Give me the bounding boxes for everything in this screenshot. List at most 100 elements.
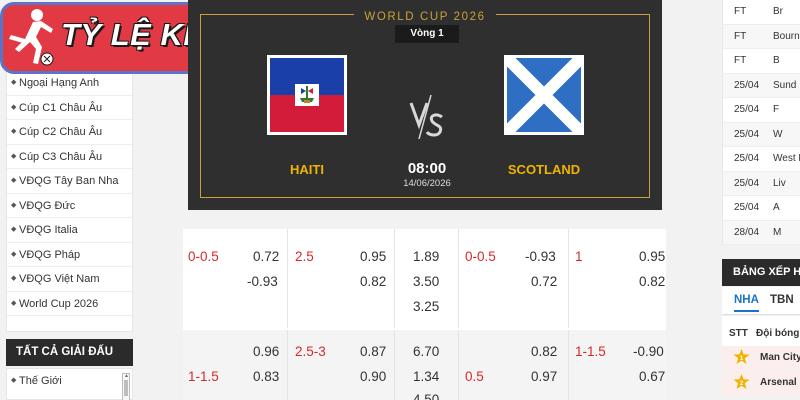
bullet-icon: ◆ xyxy=(11,201,17,209)
league-item-cup-c1[interactable]: ◆ Cúp C1 Châu Âu xyxy=(7,96,132,120)
fixture-team: F xyxy=(773,104,780,115)
h1-home-odd[interactable]: 0.82 xyxy=(531,344,557,359)
fixture-row[interactable]: FT Bourne xyxy=(723,24,800,49)
away-win-odd[interactable]: 4.50 xyxy=(413,392,439,400)
bullet-icon: ◆ xyxy=(11,226,17,233)
h1-away-odd[interactable]: 0.72 xyxy=(531,274,557,289)
h1-away-odd[interactable]: 0.97 xyxy=(531,369,557,384)
scrollbar-thumb[interactable] xyxy=(124,380,128,396)
fixture-row[interactable]: 25/04 West Ha xyxy=(723,147,800,172)
h1-handicap-line: 0.5 xyxy=(465,369,484,384)
ou-under-odd[interactable]: 0.82 xyxy=(360,274,386,289)
away-win-odd[interactable]: 3.25 xyxy=(413,299,439,314)
league-label: Cúp C1 Châu Âu xyxy=(19,101,103,114)
home-win-odd[interactable]: 1.89 xyxy=(413,249,439,264)
1x2-cell[interactable]: 6.70 1.34 4.50 xyxy=(395,330,459,400)
gold-medal-icon: 1 xyxy=(733,349,750,364)
league-label: VĐQG Tây Ban Nha xyxy=(19,175,119,187)
league-label: Cúp C2 Châu Âu xyxy=(19,126,103,138)
first-half-ou-cell[interactable]: 1-1.5 -0.90 0.67 xyxy=(569,330,666,400)
handicap-cell[interactable]: 0-0.5 0.72 -0.93 xyxy=(183,229,288,328)
h1-ou-under-odd[interactable]: 0.67 xyxy=(639,369,665,384)
fixture-team: Liv xyxy=(773,177,786,189)
home-win-odd[interactable]: 6.70 xyxy=(413,344,439,359)
fixture-team: West Ha xyxy=(773,153,800,164)
ou-under-odd[interactable]: 0.90 xyxy=(360,369,386,384)
fixture-row[interactable]: 25/04 Liv xyxy=(723,171,800,196)
league-item-cup-c2[interactable]: ◆ Cúp C2 Châu Âu xyxy=(7,120,132,145)
column-rank: STT xyxy=(729,328,748,339)
fixture-row[interactable]: 25/04 A xyxy=(723,196,800,221)
h1-ou-over-odd[interactable]: 0.95 xyxy=(639,249,665,264)
fixture-date: 25/04 xyxy=(734,128,760,140)
tab-nha[interactable]: NHA xyxy=(734,294,759,312)
bullet-icon: ◆ xyxy=(11,79,17,86)
league-item-ligue-1[interactable]: ◆ VĐQG Pháp xyxy=(7,243,132,267)
round-badge: Vòng 1 xyxy=(395,25,459,43)
league-item-the-gioi[interactable]: ◆ Thế Giới xyxy=(7,369,132,394)
all-leagues-list: ◆ Thế Giới ▲ xyxy=(6,368,133,400)
fixture-row[interactable]: 25/04 Sund xyxy=(723,73,800,98)
first-half-ou-cell[interactable]: 1 0.95 0.82 xyxy=(569,229,666,328)
standings-row[interactable]: 2 Arsenal xyxy=(722,371,800,395)
standings-row[interactable]: 1 Man City xyxy=(722,346,800,370)
league-item-bundesliga[interactable]: ◆ VĐQG Đức xyxy=(7,194,132,218)
fixtures-list: FT Br FT Bourne FT B 25/04 Sund 25/04 F 25/04… xyxy=(722,0,800,245)
first-half-handicap-cell[interactable]: 0.5 0.82 0.97 xyxy=(459,330,569,400)
handicap-away-odd[interactable]: -0.93 xyxy=(247,274,278,289)
fixture-date: 28/04 xyxy=(734,226,760,238)
scotland-flag-icon xyxy=(507,58,581,132)
fixture-row[interactable]: 25/04 F xyxy=(723,98,800,123)
silver-medal-icon: 2 xyxy=(733,374,750,389)
bullet-icon: ◆ xyxy=(11,275,17,282)
handicap-line: 1-1.5 xyxy=(188,369,219,384)
first-half-handicap-cell[interactable]: 0-0.5 -0.93 0.72 xyxy=(459,229,569,328)
fixture-row[interactable]: FT Br xyxy=(723,0,800,25)
h1-home-odd[interactable]: -0.93 xyxy=(525,249,556,264)
league-item-v-league[interactable]: ◆ VĐQG Việt Nam xyxy=(7,267,132,292)
fixture-row[interactable]: FT B xyxy=(723,49,800,74)
handicap-away-odd[interactable]: 0.83 xyxy=(253,369,279,384)
fixture-date: 25/04 xyxy=(734,79,760,91)
versus-icon xyxy=(409,95,443,139)
tab-tbn[interactable]: TBN xyxy=(770,294,794,306)
fixture-date: FT xyxy=(734,55,747,66)
fixture-team: W xyxy=(773,128,783,140)
scroll-up-icon[interactable]: ▲ xyxy=(124,373,129,379)
league-item-world-cup[interactable]: ◆ World Cup 2026 xyxy=(7,292,132,316)
handicap-home-odd[interactable]: 0.96 xyxy=(253,344,279,359)
over-under-cell[interactable]: 2.5-3 0.87 0.90 xyxy=(288,330,395,400)
away-team-name[interactable]: SCOTLAND xyxy=(484,162,604,177)
h1-ou-line: 1-1.5 xyxy=(575,344,606,359)
ou-over-odd[interactable]: 0.95 xyxy=(360,249,386,264)
fixture-row[interactable]: 28/04 M xyxy=(723,220,800,245)
handicap-home-odd[interactable]: 0.72 xyxy=(253,249,279,264)
league-item-ngoai-hang-anh[interactable]: ◆ Ngoại Hạng Anh xyxy=(7,71,132,96)
league-item-la-liga[interactable]: ◆ VĐQG Tây Ban Nha xyxy=(7,169,132,194)
fixture-row[interactable]: 25/04 W xyxy=(723,122,800,147)
home-team-name[interactable]: HAITI xyxy=(247,162,367,177)
fixture-team: M xyxy=(773,226,782,238)
h1-ou-under-odd[interactable]: 0.82 xyxy=(639,274,665,289)
home-flag-haiti xyxy=(267,55,347,135)
draw-odd[interactable]: 3.50 xyxy=(413,274,439,289)
league-label: VĐQG Đức xyxy=(19,199,76,212)
kickoff-time: 08:00 xyxy=(407,160,447,177)
team-name: Arsenal xyxy=(760,377,797,388)
away-flag-scotland xyxy=(504,55,584,135)
list-scrollbar[interactable]: ▲ xyxy=(122,373,130,400)
league-item-serie-a[interactable]: ◆ VĐQG Italia xyxy=(7,218,132,243)
over-under-cell[interactable]: 2.5 0.95 0.82 xyxy=(288,229,395,328)
league-item-cup-c3[interactable]: ◆ Cúp C3 Châu Âu xyxy=(7,145,132,169)
team-name: Man City xyxy=(760,352,800,363)
fixture-date: 25/04 xyxy=(734,153,760,164)
1x2-cell[interactable]: 1.89 3.50 3.25 xyxy=(395,229,459,328)
haiti-flag-icon xyxy=(270,58,344,132)
fixture-team: Bourne xyxy=(773,30,800,42)
h1-ou-over-odd[interactable]: -0.90 xyxy=(633,344,664,359)
ou-over-odd[interactable]: 0.87 xyxy=(360,344,386,359)
draw-odd[interactable]: 1.34 xyxy=(413,369,439,384)
competition-label: WORLD CUP 2026 xyxy=(354,11,496,23)
bullet-icon: ◆ xyxy=(11,299,17,307)
handicap-cell[interactable]: 1-1.5 0.96 0.83 xyxy=(183,330,288,400)
